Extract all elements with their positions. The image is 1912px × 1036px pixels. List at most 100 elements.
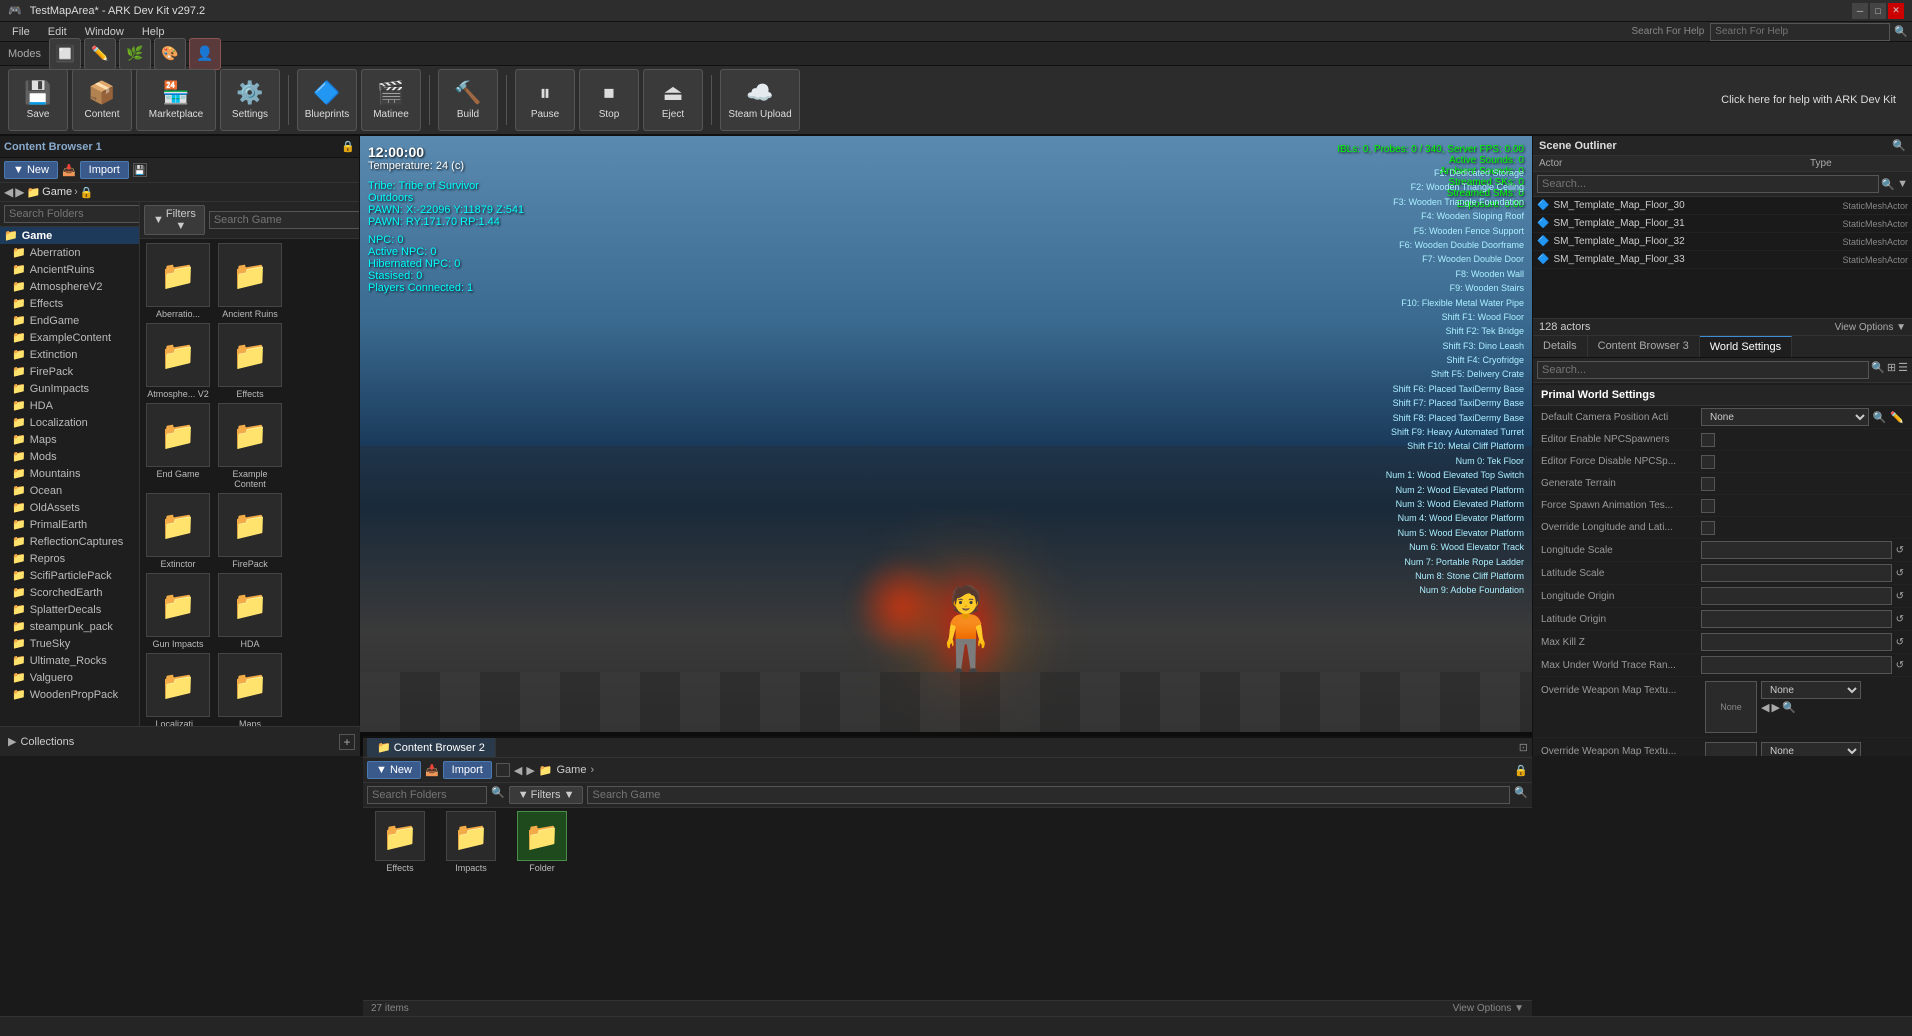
pause-button[interactable]: ⏸ Pause (515, 69, 575, 131)
tree-ultimate-rocks[interactable]: 📁 Ultimate_Rocks (0, 652, 139, 669)
tab-details[interactable]: Details (1533, 336, 1588, 357)
new-button[interactable]: ▼ New (4, 161, 58, 179)
weapon-tex-1-nav[interactable]: ◀ (1761, 701, 1769, 714)
spawn-anim-checkbox[interactable] (1701, 499, 1715, 513)
menu-file[interactable]: File (4, 24, 38, 40)
list-view-icon[interactable]: ☰ (1898, 361, 1908, 379)
list-item[interactable]: 📁 Atmosphe... V2 (144, 323, 212, 399)
cb2-tab-active[interactable]: 📁 Content Browser 2 (367, 738, 496, 757)
tree-extinction[interactable]: 📁 Extinction (0, 346, 139, 363)
close-button[interactable]: ✕ (1888, 3, 1904, 19)
steam-upload-button[interactable]: ☁️ Steam Upload (720, 69, 800, 131)
camera-search-icon[interactable]: 🔍 (1873, 411, 1887, 424)
tree-oldassets[interactable]: 📁 OldAssets (0, 499, 139, 516)
view-options-btn[interactable]: View Options ▼ (1835, 322, 1906, 333)
add-collection-button[interactable]: + (339, 734, 355, 750)
content-button[interactable]: 📦 Content (72, 69, 132, 131)
tree-reflections[interactable]: 📁 ReflectionCaptures (0, 533, 139, 550)
list-item[interactable]: 📁 Impacts (437, 811, 505, 873)
tree-examplecontent[interactable]: 📁 ExampleContent (0, 329, 139, 346)
list-item[interactable]: 📁 Maps (216, 653, 284, 729)
list-item[interactable]: 📁 End Game (144, 403, 212, 489)
viewport[interactable]: 🧍 12:00:00 Temperature: 24 (c) Tribe: Tr… (360, 136, 1532, 756)
cb2-filters-button[interactable]: ▼ Filters ▼ (509, 786, 584, 804)
detail-search-input[interactable] (1537, 361, 1869, 379)
tree-hda[interactable]: 📁 HDA (0, 397, 139, 414)
tree-repros[interactable]: 📁 Repros (0, 550, 139, 567)
tree-endgame[interactable]: 📁 EndGame (0, 312, 139, 329)
list-item[interactable]: 📁 Localizati... (144, 653, 212, 729)
cb2-new-button[interactable]: ▼ New (367, 761, 421, 779)
npcspawner-checkbox[interactable] (1701, 433, 1715, 447)
tree-steampunk[interactable]: 📁 steampunk_pack (0, 618, 139, 635)
terrain-checkbox[interactable] (1701, 477, 1715, 491)
tree-valguero[interactable]: 📁 Valguero (0, 669, 139, 686)
tab-world-settings[interactable]: World Settings (1700, 336, 1792, 357)
tree-firepack[interactable]: 📁 FirePack (0, 363, 139, 380)
tree-aberration[interactable]: 📁 Aberration (0, 244, 139, 261)
camera-dropdown[interactable]: None (1701, 408, 1869, 426)
tree-truesky[interactable]: 📁 TrueSky (0, 635, 139, 652)
search-help-input[interactable] (1710, 23, 1890, 41)
tree-splatter[interactable]: 📁 SplatterDecals (0, 601, 139, 618)
cb2-search-icon[interactable]: 🔍 (491, 786, 505, 804)
list-item[interactable]: 📁 Aberratio... (144, 243, 212, 319)
tree-mods[interactable]: 📁 Mods (0, 448, 139, 465)
weapon-tex-2-dropdown[interactable]: None (1761, 742, 1861, 756)
tree-wooden[interactable]: 📁 WoodenPropPack (0, 686, 139, 703)
save-button[interactable]: 💾 Save (8, 69, 68, 131)
cb2-search-folders-input[interactable] (367, 786, 487, 804)
list-item[interactable]: 📁 Effects (366, 811, 434, 873)
longlat-checkbox[interactable] (1701, 521, 1715, 535)
maxkillz-reset-icon[interactable]: ↺ (1896, 637, 1904, 648)
matinee-button[interactable]: 🎬 Matinee (361, 69, 421, 131)
table-row[interactable]: 🔷 SM_Template_Map_Floor_31 StaticMeshAct… (1533, 215, 1912, 233)
longscale-reset-icon[interactable]: ↺ (1896, 545, 1904, 556)
latscale-input[interactable]: 0.0 (1701, 564, 1892, 582)
cb2-nav-forward[interactable]: ▶ (526, 764, 534, 777)
latorigin-input[interactable]: 0.0 (1701, 610, 1892, 628)
cb2-drag-icon[interactable]: ⊡ (1519, 741, 1528, 754)
table-row[interactable]: 🔷 SM_Template_Map_Floor_33 StaticMeshAct… (1533, 251, 1912, 269)
longorigin-reset-icon[interactable]: ↺ (1896, 591, 1904, 602)
cb2-view-options-btn[interactable]: View Options ▼ (1453, 1003, 1524, 1014)
filters-button[interactable]: ▼ Filters ▼ (144, 205, 205, 235)
weapon-tex-1-dropdown[interactable]: None (1761, 681, 1861, 699)
table-row[interactable]: 🔷 SM_Template_Map_Floor_30 StaticMeshAct… (1533, 197, 1912, 215)
maxunderworld-input[interactable]: 30000.0 (1701, 656, 1892, 674)
list-item[interactable]: 📁 FirePack (216, 493, 284, 569)
asset-search-input[interactable] (209, 211, 359, 229)
grid-view-icon[interactable]: ⊞ (1887, 361, 1896, 379)
mode-btn-4[interactable]: 🎨 (154, 38, 186, 70)
cb2-nav-back[interactable]: ◀ (514, 764, 522, 777)
latorigin-reset-icon[interactable]: ↺ (1896, 614, 1904, 625)
tree-ancientruins[interactable]: 📁 AncientRuins (0, 261, 139, 278)
nav-forward-button[interactable]: ▶ (15, 185, 24, 199)
tree-ocean[interactable]: 📁 Ocean (0, 482, 139, 499)
table-row[interactable]: 🔷 SM_Template_Map_Floor_32 StaticMeshAct… (1533, 233, 1912, 251)
maxunderworld-reset-icon[interactable]: ↺ (1896, 660, 1904, 671)
search-folders-input[interactable] (4, 205, 140, 223)
marketplace-button[interactable]: 🏪 Marketplace (136, 69, 216, 131)
tree-scifi[interactable]: 📁 ScifiParticlePack (0, 567, 139, 584)
weapon-tex-1-nav2[interactable]: ▶ (1771, 701, 1779, 714)
cb2-asset-search-icon[interactable]: 🔍 (1514, 786, 1528, 804)
maxkillz-input[interactable]: 57837.0 (1701, 633, 1892, 651)
tree-gunimpacts[interactable]: 📁 GunImpacts (0, 380, 139, 397)
longscale-input[interactable]: 0.0 (1701, 541, 1892, 559)
tree-primalearth[interactable]: 📁 PrimalEarth (0, 516, 139, 533)
weapon-tex-1-search[interactable]: 🔍 (1782, 701, 1796, 714)
game-tree-item[interactable]: 📁 Game (0, 227, 139, 244)
outliner-search-input[interactable] (1537, 175, 1879, 193)
build-button[interactable]: 🔨 Build (438, 69, 498, 131)
tree-maps[interactable]: 📁 Maps (0, 431, 139, 448)
tree-mountains[interactable]: 📁 Mountains (0, 465, 139, 482)
eject-button[interactable]: ⏏ Eject (643, 69, 703, 131)
filter-icon[interactable]: ▼ (1897, 178, 1908, 190)
nav-back-button[interactable]: ◀ (4, 185, 13, 199)
tab-content-browser-3[interactable]: Content Browser 3 (1588, 336, 1700, 357)
list-item[interactable]: 📁 HDA (216, 573, 284, 649)
forcedisable-checkbox[interactable] (1701, 455, 1715, 469)
tree-atmospherev2[interactable]: 📁 AtmosphereV2 (0, 278, 139, 295)
list-item[interactable]: 📁 Example Content (216, 403, 284, 489)
